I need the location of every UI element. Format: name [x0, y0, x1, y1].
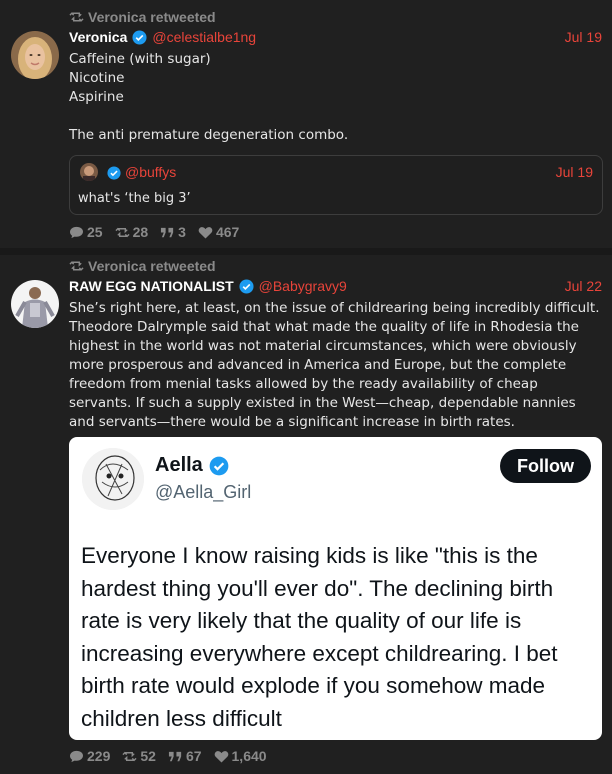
reply-count: 229 [87, 748, 111, 764]
tweet-raw-egg-nationalist[interactable]: Veronica retweeted RAW EGG NATIONALIST @… [0, 255, 612, 774]
retweet-indicator: Veronica retweeted [69, 9, 216, 25]
tweet-stats: 25 28 3 467 [69, 224, 239, 240]
quote-stat[interactable]: 3 [160, 224, 186, 240]
retweet-icon [115, 227, 130, 237]
tweet-divider [0, 248, 612, 255]
embedded-author: Aella [155, 454, 229, 477]
retweet-count: 28 [132, 224, 149, 240]
reply-count: 25 [87, 224, 103, 240]
retweet-icon [122, 751, 137, 761]
retweet-icon [69, 261, 84, 271]
verified-badge-icon [209, 456, 229, 475]
reply-stat[interactable]: 229 [69, 748, 110, 764]
retweet-icon [69, 12, 84, 22]
reply-icon [70, 750, 83, 762]
quote-count: 67 [185, 748, 202, 764]
tweet-veronica[interactable]: Veronica retweeted Veronica @celestialbe… [0, 0, 612, 248]
reply-stat[interactable]: 25 [69, 224, 103, 240]
heart-icon [214, 750, 228, 763]
tweet-text: She’s right here, at least, on the issue… [69, 300, 600, 430]
follow-button[interactable]: Follow [500, 449, 591, 483]
author-handle[interactable]: @celestialbe1ng [152, 29, 256, 45]
quoted-handle[interactable]: @buffys [125, 164, 176, 180]
quote-count: 3 [178, 224, 186, 240]
retweet-stat[interactable]: 28 [115, 224, 149, 240]
tweet-line: The anti premature degeneration combo. [69, 127, 349, 143]
author-name[interactable]: Veronica [69, 29, 127, 45]
tweet-line: Caffeine (with sugar) [69, 51, 211, 67]
tweet-line: Aspirine [69, 89, 124, 105]
tweet-date[interactable]: Jul 22 [565, 278, 602, 294]
verified-badge-icon [107, 166, 121, 180]
retweet-count: 52 [140, 748, 156, 764]
verified-badge-icon [239, 278, 254, 294]
quoted-text: what's ‘the big 3’ [78, 191, 191, 206]
quote-icon [168, 751, 182, 761]
avatar[interactable] [11, 31, 59, 79]
author-name[interactable]: RAW EGG NATIONALIST [69, 278, 234, 294]
embedded-avatar [82, 448, 144, 510]
heart-icon [198, 226, 213, 239]
like-stat[interactable]: 467 [198, 224, 239, 240]
tweet-text: Caffeine (with sugar) Nicotine Aspirine … [69, 50, 600, 145]
retweet-indicator: Veronica retweeted [69, 258, 216, 274]
quote-icon [161, 227, 174, 237]
embedded-handle: @Aella_Girl [155, 482, 252, 502]
quoted-date[interactable]: Jul 19 [556, 164, 593, 180]
like-stat[interactable]: 1,640 [214, 748, 267, 764]
quoted-avatar [80, 163, 98, 181]
tweet-line: Nicotine [69, 70, 125, 86]
tweet-date[interactable]: Jul 19 [565, 29, 602, 45]
retweet-label: Veronica retweeted [88, 9, 216, 25]
like-count: 467 [215, 224, 240, 240]
avatar[interactable] [11, 280, 59, 328]
like-count: 1,640 [231, 748, 267, 764]
retweet-stat[interactable]: 52 [122, 748, 156, 764]
embedded-tweet-image[interactable]: Aella @Aella_Girl Follow Everyone I know… [69, 437, 602, 740]
verified-badge-icon [132, 29, 147, 45]
quoted-tweet[interactable]: @buffys Jul 19 what's ‘the big 3’ [69, 155, 603, 215]
embedded-author-name: Aella [155, 454, 203, 476]
quote-stat[interactable]: 67 [168, 748, 202, 764]
embedded-text: Everyone I know raising kids is like "th… [81, 543, 558, 731]
author-handle[interactable]: @Babygravy9 [259, 278, 347, 294]
tweet-stats: 229 52 67 1,640 [69, 748, 267, 764]
retweet-label: Veronica retweeted [88, 258, 216, 274]
reply-icon [70, 226, 83, 238]
